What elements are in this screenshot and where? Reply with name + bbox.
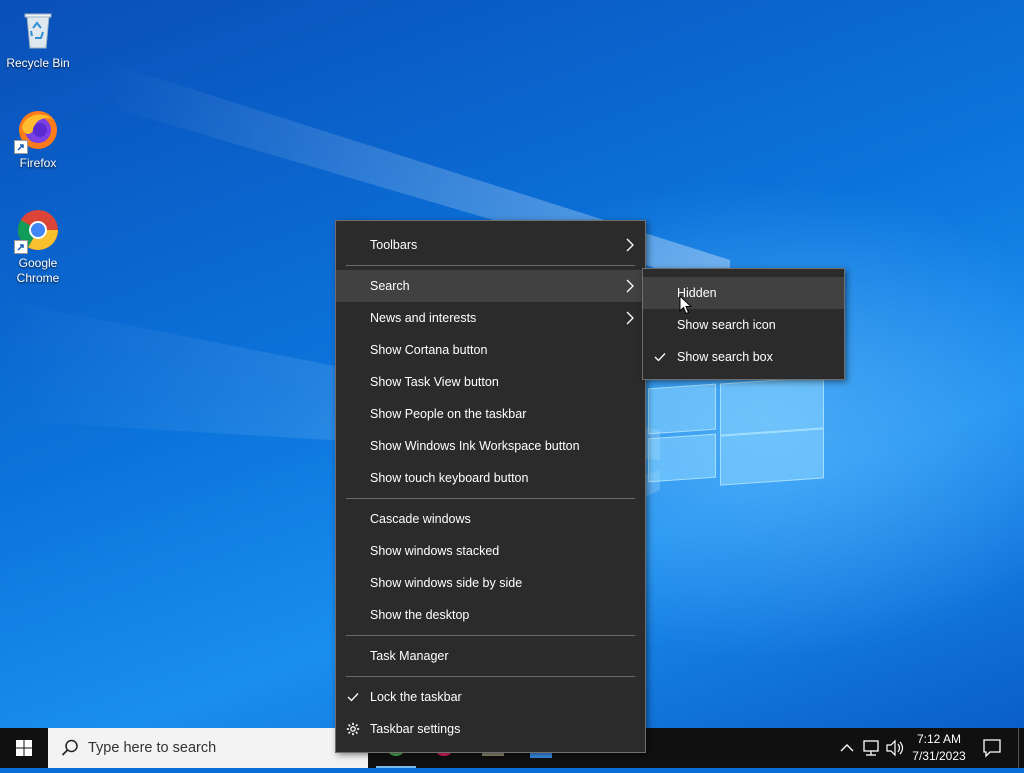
network-button[interactable]: [860, 728, 882, 768]
clock-time: 7:12 AM: [916, 732, 962, 746]
gear-icon: [346, 722, 360, 736]
menu-separator: [346, 635, 635, 636]
menu-separator: [346, 676, 635, 677]
recycle-bin-icon: [14, 6, 62, 54]
menu-item-lock-the-taskbar[interactable]: Lock the taskbar: [336, 681, 645, 713]
volume-button[interactable]: [884, 728, 906, 768]
desktop-icon-recycle-bin[interactable]: Recycle Bin: [0, 6, 76, 71]
menu-item-task-manager[interactable]: Task Manager: [336, 640, 645, 672]
clock[interactable]: 7:12 AM 7/31/2023: [908, 728, 970, 768]
menu-item-show-windows-side-by-side[interactable]: Show windows side by side: [336, 567, 645, 599]
submenu-item-hidden[interactable]: Hidden: [643, 277, 844, 309]
shortcut-arrow-icon: [14, 140, 28, 154]
speaker-icon: [886, 739, 904, 757]
action-center-button[interactable]: [976, 728, 1008, 768]
menu-item-show-windows-stacked[interactable]: Show windows stacked: [336, 535, 645, 567]
submenu-item-show-search-box[interactable]: Show search box: [643, 341, 844, 373]
desktop-icon-label: Firefox: [19, 156, 57, 170]
clock-date: 7/31/2023: [912, 749, 966, 763]
menu-item-search[interactable]: Search: [336, 270, 645, 302]
checkmark-icon: [654, 353, 666, 362]
menu-item-toolbars[interactable]: Toolbars: [336, 229, 645, 261]
menu-item-show-cortana-button[interactable]: Show Cortana button: [336, 334, 645, 366]
search-placeholder: Type here to search: [88, 740, 217, 756]
windows-logo-icon: [16, 740, 32, 756]
chevron-right-icon: [626, 279, 634, 293]
menu-separator: [346, 265, 635, 266]
chrome-icon: [14, 206, 62, 254]
network-icon: [863, 740, 879, 756]
submenu-item-show-search-icon[interactable]: Show search icon: [643, 309, 844, 341]
chevron-up-icon: [840, 744, 854, 752]
taskbar-context-menu: Toolbars Search News and interests Show …: [335, 220, 646, 753]
checkmark-icon: [347, 693, 359, 702]
show-hidden-icons-button[interactable]: [836, 728, 858, 768]
menu-item-show-the-desktop[interactable]: Show the desktop: [336, 599, 645, 631]
shortcut-arrow-icon: [14, 240, 28, 254]
menu-item-cascade-windows[interactable]: Cascade windows: [336, 503, 645, 535]
chevron-right-icon: [626, 311, 634, 325]
menu-item-show-ink-workspace[interactable]: Show Windows Ink Workspace button: [336, 430, 645, 462]
menu-item-news-and-interests[interactable]: News and interests: [336, 302, 645, 334]
show-desktop-button[interactable]: [1018, 728, 1024, 768]
menu-item-show-task-view-button[interactable]: Show Task View button: [336, 366, 645, 398]
chevron-right-icon: [626, 238, 634, 252]
menu-item-show-touch-keyboard[interactable]: Show touch keyboard button: [336, 462, 645, 494]
desktop-icon-firefox[interactable]: Firefox: [0, 106, 76, 171]
menu-separator: [346, 498, 635, 499]
search-submenu: Hidden Show search icon Show search box: [642, 268, 845, 380]
mouse-cursor-icon: [679, 295, 693, 315]
desktop-icon-google-chrome[interactable]: Google Chrome: [0, 206, 76, 286]
firefox-icon: [14, 106, 62, 154]
menu-item-show-people[interactable]: Show People on the taskbar: [336, 398, 645, 430]
desktop-icon-label: Recycle Bin: [6, 56, 70, 70]
start-button[interactable]: [0, 728, 48, 768]
windows-wallpaper-logo: [648, 376, 824, 486]
menu-item-taskbar-settings[interactable]: Taskbar settings: [336, 713, 645, 745]
desktop-icon-label: Google Chrome: [16, 256, 60, 285]
search-icon: [61, 739, 78, 756]
notification-icon: [983, 739, 1001, 758]
taskbar-search-box[interactable]: Type here to search: [48, 728, 368, 768]
